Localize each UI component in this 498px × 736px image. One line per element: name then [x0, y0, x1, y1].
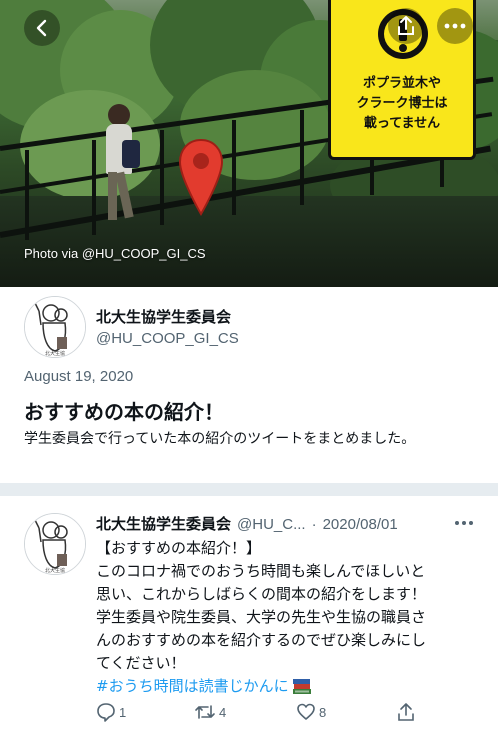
tweet-text: 【おすすめの本紹介！】 このコロナ禍でのおうち時間も楽しんでほしいと 思い、これ…: [96, 537, 488, 698]
moment-header: 北大生協 北大生協学生委員会 @HU_COOP_GI_CS August 19,…: [0, 287, 498, 483]
tweet-line: 思い、これからしばらくの間本の紹介をします！: [96, 585, 427, 603]
profile-name[interactable]: 北大生協学生委員会: [96, 306, 231, 327]
tweet-more-icon[interactable]: [454, 520, 474, 526]
retweet-button[interactable]: 4: [194, 702, 226, 722]
retweet-count: 4: [219, 704, 227, 720]
like-count: 8: [319, 704, 327, 720]
avatar[interactable]: 北大生協: [24, 513, 86, 575]
share-icon: [398, 703, 414, 721]
section-divider: [0, 483, 498, 496]
mascot-avatar-icon: 北大生協: [25, 297, 85, 357]
banner-line: 載ってません: [363, 116, 441, 131]
like-button[interactable]: 8: [296, 702, 326, 722]
moment-title: おすすめの本の紹介！: [24, 400, 224, 424]
tweet-line: 【おすすめの本紹介！】: [96, 539, 262, 557]
moment-date: August 19, 2020: [24, 368, 134, 385]
share-tweet-button[interactable]: [396, 702, 416, 722]
tweet-actions: 1 4 8: [96, 702, 426, 726]
profile-handle[interactable]: @HU_COOP_GI_CS: [96, 330, 239, 347]
reply-icon: [97, 703, 115, 722]
more-button[interactable]: [437, 8, 473, 44]
tweet[interactable]: 北大生協 北大生協学生委員会 @HU_C... · 2020/08/01 【おす…: [0, 496, 498, 736]
reply-count: 1: [119, 704, 127, 720]
back-button[interactable]: [24, 10, 60, 46]
tweet-line: てください！: [96, 654, 186, 672]
retweet-icon: [195, 705, 215, 719]
books-icon: [292, 678, 311, 694]
banner-line: クラーク博士は: [356, 96, 448, 111]
chevron-left-icon: [36, 19, 47, 37]
reply-button[interactable]: 1: [96, 702, 126, 722]
share-icon: [398, 16, 414, 35]
banner-line: ポプラ並木や: [362, 76, 441, 91]
moment-description: 学生委員会で行っていた本の紹介のツイートをまとめました。: [24, 431, 416, 447]
tweet-line: 学生委員や院生委員、大学の先生や生協の職員さ: [96, 608, 427, 626]
tweet-author-name[interactable]: 北大生協学生委員会: [96, 513, 231, 534]
tweet-author-handle[interactable]: @HU_C...: [237, 516, 306, 533]
svg-text:北大生協: 北大生協: [45, 567, 65, 574]
photo-credit: Photo via @HU_COOP_GI_CS: [24, 246, 206, 261]
tweet-line: んのおすすめの本を紹介するのでぜひ楽しみにし: [96, 631, 427, 649]
tweet-separator: ·: [311, 516, 317, 533]
avatar[interactable]: 北大生協: [24, 296, 86, 358]
mascot-avatar-icon: 北大生協: [25, 514, 85, 574]
svg-text:北大生協: 北大生協: [45, 350, 65, 357]
hashtag-link[interactable]: #おうち時間は読書じかんに: [96, 675, 289, 698]
header-image: ポプラ並木や クラーク博士は 載ってません Photo via @HU_COOP…: [0, 0, 498, 287]
tweet-line: このコロナ禍でのおうち時間も楽しんでほしいと: [96, 562, 426, 580]
tweet-date[interactable]: 2020/08/01: [323, 516, 398, 533]
share-button[interactable]: [388, 8, 424, 44]
more-icon: [444, 23, 466, 29]
heart-icon: [297, 703, 315, 720]
map-pin-icon: [178, 138, 224, 216]
